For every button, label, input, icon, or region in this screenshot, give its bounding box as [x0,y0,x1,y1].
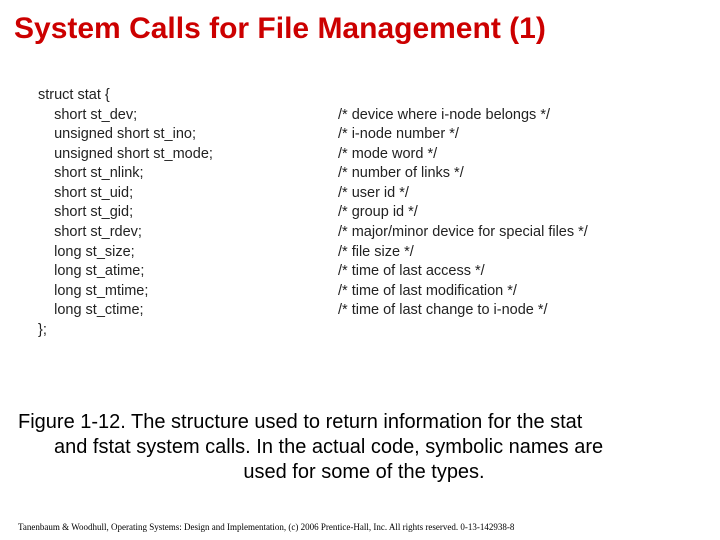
field-comment: /* mode word */ [338,145,437,165]
field-comment: /* device where i-node belongs */ [338,106,550,126]
caption-line: and fstat system calls. In the actual co… [18,435,710,460]
struct-field-row: short st_dev;/* device where i-node belo… [38,106,720,126]
field-declaration: short st_gid; [38,203,338,223]
field-declaration: short st_rdev; [38,223,338,243]
struct-field-row: long st_ctime;/* time of last change to … [38,301,720,321]
struct-field-row: long st_atime;/* time of last access */ [38,262,720,282]
field-comment: /* time of last modification */ [338,282,517,302]
struct-field-row: unsigned short st_ino;/* i-node number *… [38,125,720,145]
field-comment: /* time of last change to i-node */ [338,301,548,321]
field-declaration: long st_size; [38,243,338,263]
struct-open: struct stat { [38,86,338,106]
struct-field-row: long st_size;/* file size */ [38,243,720,263]
field-declaration: short st_uid; [38,184,338,204]
field-comment: /* file size */ [338,243,414,263]
field-declaration: short st_nlink; [38,164,338,184]
field-declaration: unsigned short st_mode; [38,145,338,165]
struct-field-row: short st_uid;/* user id */ [38,184,720,204]
struct-field-row: short st_nlink;/* number of links */ [38,164,720,184]
struct-field-row: short st_gid;/* group id */ [38,203,720,223]
struct-field-row: unsigned short st_mode;/* mode word */ [38,145,720,165]
field-comment: /* group id */ [338,203,418,223]
field-comment: /* time of last access */ [338,262,485,282]
struct-code-block: struct stat { short st_dev;/* device whe… [0,86,720,340]
field-comment: /* major/minor device for special files … [338,223,588,243]
field-declaration: long st_ctime; [38,301,338,321]
struct-close: }; [38,321,338,341]
field-comment: /* user id */ [338,184,409,204]
field-comment: /* i-node number */ [338,125,459,145]
caption-line: used for some of the types. [18,460,710,485]
field-declaration: long st_atime; [38,262,338,282]
slide-title: System Calls for File Management (1) [0,0,720,46]
field-declaration: long st_mtime; [38,282,338,302]
caption-line: Figure 1-12. The structure used to retur… [18,411,582,433]
copyright-footer: Tanenbaum & Woodhull, Operating Systems:… [18,522,702,532]
field-declaration: short st_dev; [38,106,338,126]
field-declaration: unsigned short st_ino; [38,125,338,145]
field-comment: /* number of links */ [338,164,464,184]
struct-field-row: long st_mtime;/* time of last modificati… [38,282,720,302]
struct-field-row: short st_rdev;/* major/minor device for … [38,223,720,243]
figure-caption: Figure 1-12. The structure used to retur… [18,410,710,485]
